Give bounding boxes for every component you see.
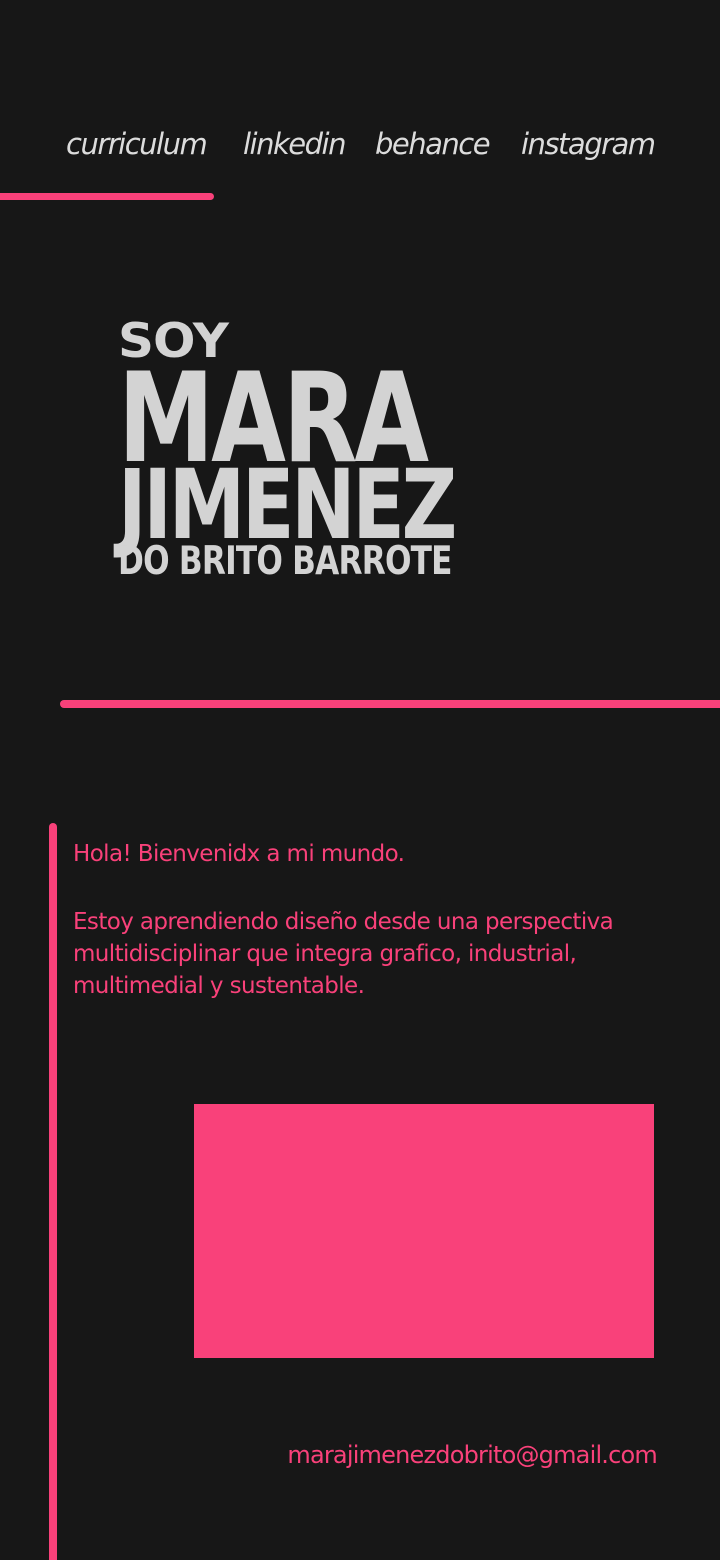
- about-section: Hola! Bienvenidx a mi mundo. Estoy apren…: [73, 838, 673, 1002]
- nav-link-linkedin[interactable]: linkedin: [243, 124, 346, 164]
- contact-email-link[interactable]: marajimenezdobrito@gmail.com: [287, 1438, 657, 1472]
- nav-underline-divider: [0, 193, 214, 200]
- hero-surnames: DO BRITO BARROTE: [118, 539, 452, 584]
- hero-last-name: JIMENEZ: [118, 449, 457, 561]
- section-divider: [60, 700, 720, 708]
- about-description: Estoy aprendiendo diseño desde una persp…: [73, 909, 614, 999]
- nav-link-instagram[interactable]: instagram: [521, 124, 656, 164]
- featured-image-placeholder: [194, 1104, 654, 1358]
- main-nav: curriculum linkedin behance instagram: [0, 124, 720, 168]
- vertical-accent-line: [49, 823, 57, 1560]
- nav-link-behance[interactable]: behance: [375, 124, 491, 164]
- nav-link-curriculum[interactable]: curriculum: [66, 124, 208, 164]
- about-greeting: Hola! Bienvenidx a mi mundo.: [73, 841, 405, 867]
- hero-title: SOY MARA JIMENEZ DO BRITO BARROTE: [118, 316, 598, 586]
